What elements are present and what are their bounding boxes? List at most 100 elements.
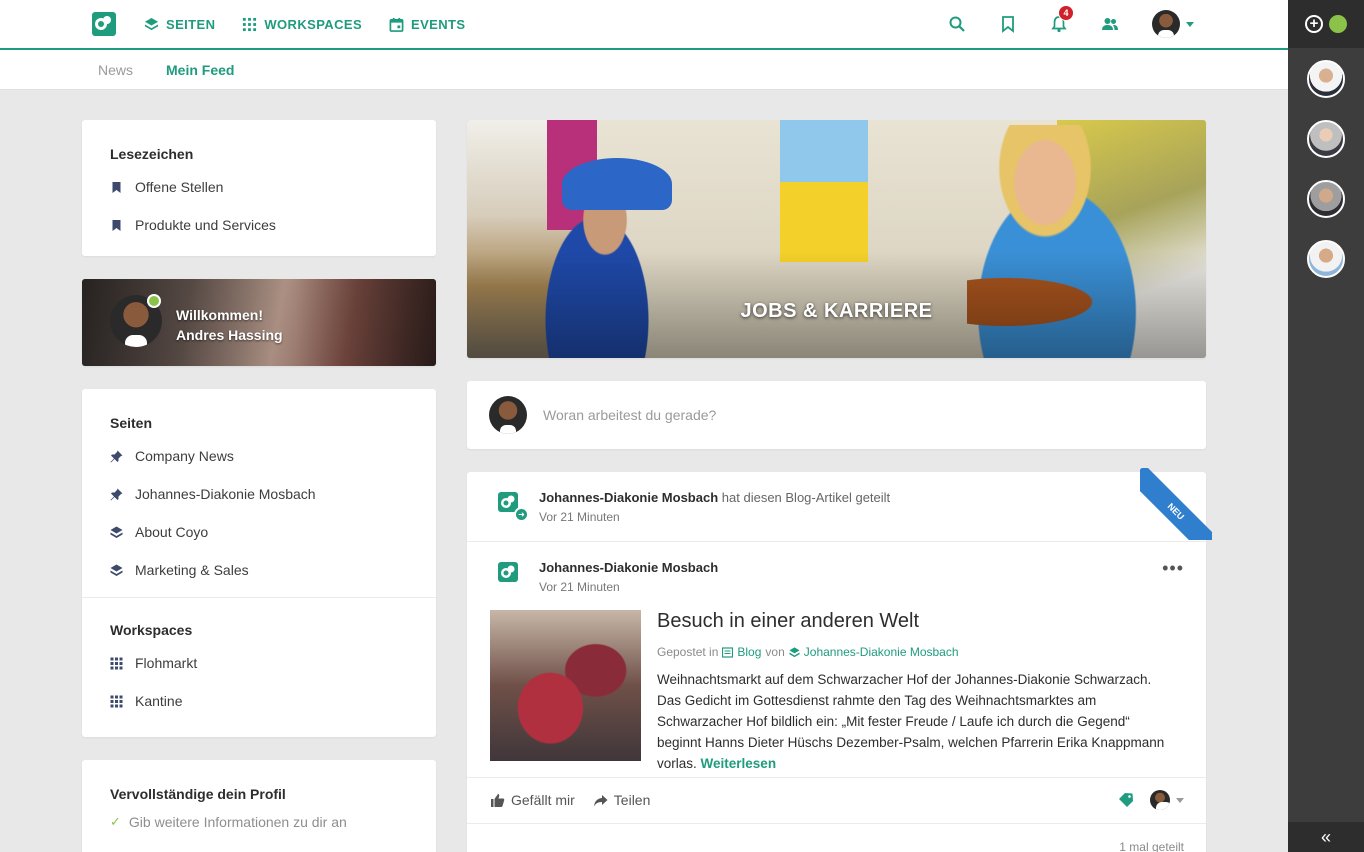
grid-icon: [110, 657, 123, 669]
post-time: Vor 21 Minuten: [539, 580, 620, 594]
coyo-logo-icon[interactable]: [90, 9, 120, 39]
article-excerpt: Weihnachtsmarkt auf dem Schwarzacher Hof…: [657, 669, 1177, 774]
bookmarks-widget: Lesezeichen Offene Stellen Produkte und …: [82, 120, 436, 256]
like-button[interactable]: Gefällt mir: [490, 792, 575, 808]
top-actions: 4: [948, 0, 1194, 48]
post-author[interactable]: Johannes-Diakonie Mosbach: [539, 560, 718, 575]
share-label: Teilen: [613, 792, 651, 808]
post-header: Johannes-Diakonie Mosbach Vor 21 Minuten: [497, 560, 718, 594]
blog-icon: [722, 646, 734, 658]
profile-step-label: Gib weitere Informationen zu dir an: [128, 814, 347, 830]
org-logo-icon[interactable]: [497, 560, 523, 586]
page-item-label: Johannes-Diakonie Mosbach: [135, 486, 316, 502]
profile-completion-widget: Vervollständige dein Profil ✓ Gib weiter…: [82, 760, 436, 852]
divider: [82, 597, 436, 598]
nav-seiten[interactable]: SEITEN: [144, 17, 215, 32]
bookmark-item[interactable]: Produkte und Services: [110, 206, 408, 244]
bookmark-item[interactable]: Offene Stellen: [110, 168, 408, 206]
profile-step[interactable]: ✓ Gib weitere Informationen zu dir an: [110, 814, 408, 830]
new-ribbon: NEU: [1140, 468, 1212, 540]
org-logo-icon[interactable]: ➜: [497, 490, 529, 522]
messenger-sidebar: + «: [1288, 0, 1364, 852]
post-actions: Gefällt mir Teilen: [490, 792, 650, 808]
page-link[interactable]: Johannes-Diakonie Mosbach: [804, 645, 959, 659]
nav-events-label: EVENTS: [411, 16, 466, 32]
profile-title: Vervollständige dein Profil: [110, 786, 286, 802]
share-arrow-icon: ➜: [514, 507, 529, 522]
pin-icon: [110, 450, 123, 462]
layers-icon: [110, 564, 123, 576]
tag-icon[interactable]: [1118, 792, 1134, 808]
article-title[interactable]: Besuch in einer anderen Welt: [657, 610, 1177, 633]
chevron-down-icon: [1176, 797, 1184, 803]
calendar-icon: [389, 17, 404, 32]
hero-banner[interactable]: JOBS & KARRIERE: [467, 120, 1206, 358]
tab-mein-feed[interactable]: Mein Feed: [166, 62, 234, 78]
feed-post: NEU ➜ Johannes-Diakonie Mosbach hat dies…: [467, 468, 1212, 852]
share-header: ➜ Johannes-Diakonie Mosbach hat diesen B…: [497, 490, 890, 524]
avatar: [1150, 790, 1170, 810]
share-time: Vor 21 Minuten: [539, 510, 620, 524]
nav-events[interactable]: EVENTS: [389, 17, 465, 32]
search-icon[interactable]: [948, 15, 966, 33]
page-item-about-coyo[interactable]: About Coyo: [110, 513, 408, 551]
contact-avatar[interactable]: [1307, 120, 1345, 158]
pages-widget: Seiten Company News Johannes-Diakonie Mo…: [82, 389, 436, 737]
more-options-icon[interactable]: •••: [1162, 558, 1184, 579]
bell-icon[interactable]: 4: [1050, 5, 1074, 33]
layers-icon: [144, 17, 159, 30]
presence-status-icon[interactable]: [1329, 15, 1347, 33]
people-icon[interactable]: [1101, 15, 1119, 33]
workspace-item-label: Kantine: [135, 693, 183, 709]
welcome-greeting: Willkommen!: [176, 307, 263, 323]
contact-avatar[interactable]: [1307, 60, 1345, 98]
status-input[interactable]: Woran arbeitest du gerade?: [543, 407, 716, 423]
page-item-marketing-sales[interactable]: Marketing & Sales: [110, 551, 408, 589]
page-item-label: Marketing & Sales: [135, 562, 249, 578]
workspace-item-label: Flohmarkt: [135, 655, 198, 671]
feed-tabs: News Mein Feed: [0, 50, 1288, 90]
page-item-johannes-diakonie[interactable]: Johannes-Diakonie Mosbach: [110, 475, 408, 513]
hero-title: JOBS & KARRIERE: [740, 300, 933, 322]
share-button[interactable]: Teilen: [593, 792, 651, 808]
welcome-widget[interactable]: Willkommen! Andres Hassing: [82, 279, 436, 366]
workspace-item-kantine[interactable]: Kantine: [110, 682, 408, 720]
grid-icon: [243, 17, 257, 31]
status-composer[interactable]: Woran arbeitest du gerade?: [467, 381, 1206, 449]
bookmarks-title: Lesezeichen: [110, 146, 194, 162]
divider: [467, 541, 1206, 542]
new-ribbon-label: NEU: [1140, 468, 1212, 540]
user-menu[interactable]: [1152, 10, 1194, 38]
bookmark-icon: [112, 219, 121, 231]
workspace-item-flohmarkt[interactable]: Flohmarkt: [110, 644, 408, 682]
page-item-company-news[interactable]: Company News: [110, 437, 408, 475]
pin-icon: [110, 488, 123, 500]
grid-icon: [110, 695, 123, 707]
rail-header: +: [1288, 0, 1364, 48]
contact-avatar[interactable]: [1307, 180, 1345, 218]
notification-badge: 4: [1058, 5, 1074, 21]
blog-link[interactable]: Blog: [737, 645, 761, 659]
collapse-chevrons-icon[interactable]: «: [1288, 822, 1364, 852]
share-author[interactable]: Johannes-Diakonie Mosbach: [539, 490, 718, 505]
read-more-link[interactable]: Weiterlesen: [701, 756, 777, 771]
thumbs-up-icon: [491, 793, 505, 807]
tab-news[interactable]: News: [98, 62, 133, 78]
pages-title: Seiten: [110, 415, 153, 431]
contact-avatar[interactable]: [1307, 240, 1345, 278]
bookmark-icon: [112, 181, 121, 193]
contact-list: [1288, 60, 1364, 278]
post-as-selector[interactable]: [1150, 790, 1184, 810]
layers-icon: [110, 526, 123, 538]
avatar: [1152, 10, 1180, 38]
nav-workspaces-label: WORKSPACES: [264, 16, 363, 32]
page-item-label: About Coyo: [135, 524, 209, 540]
nav-workspaces[interactable]: WORKSPACES: [242, 17, 362, 32]
article-thumbnail[interactable]: [490, 610, 641, 761]
bookmark-icon[interactable]: [999, 15, 1017, 33]
shared-count[interactable]: 1 mal geteilt: [1119, 840, 1184, 852]
welcome-text: Willkommen! Andres Hassing: [176, 305, 283, 345]
divider: [467, 823, 1206, 824]
new-chat-plus-icon[interactable]: +: [1305, 15, 1323, 33]
online-status-icon: [147, 294, 161, 308]
